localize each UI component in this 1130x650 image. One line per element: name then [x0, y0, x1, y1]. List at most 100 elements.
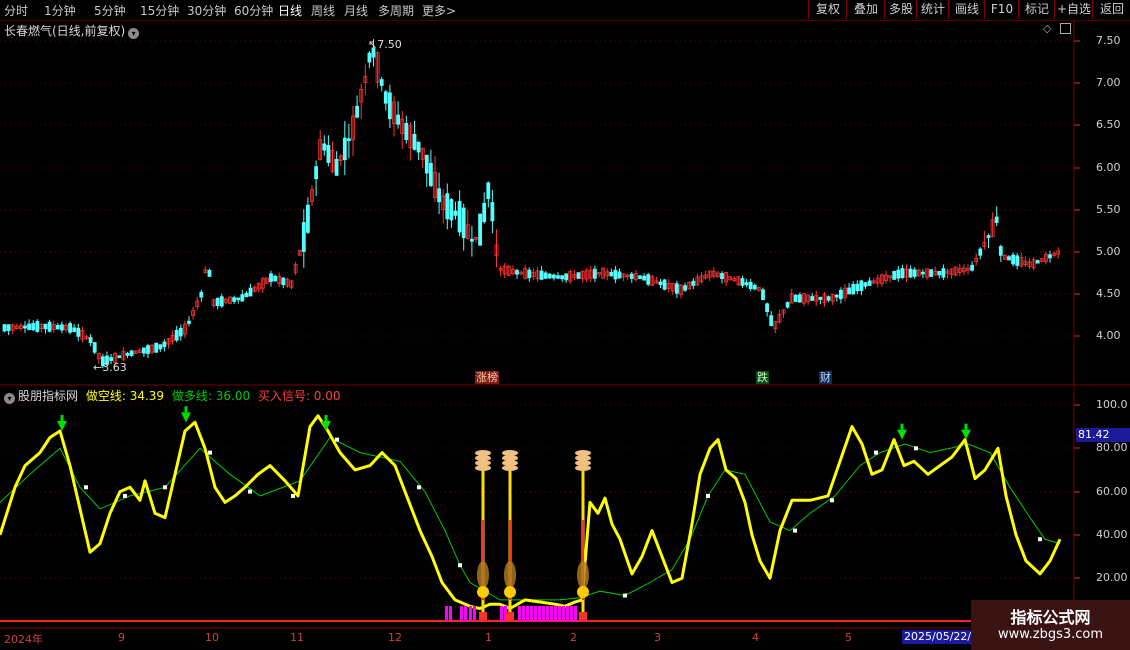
- candle-body: [912, 269, 917, 277]
- candle-body: [1035, 260, 1040, 264]
- candle-body: [240, 294, 245, 302]
- candle-body: [748, 281, 753, 289]
- buy-signal-bar: [518, 606, 521, 621]
- candle-body: [162, 341, 167, 348]
- candle-body: [117, 355, 122, 359]
- candle-body: [88, 337, 93, 343]
- candlestick-series: [2, 39, 1061, 369]
- chevron-down-icon[interactable]: ▾: [4, 393, 15, 404]
- indicator-y-tick: 40.00: [1096, 528, 1128, 541]
- buy-signal-bar: [554, 606, 557, 621]
- indicator-y-tick: 20.00: [1096, 571, 1128, 584]
- candle-body: [125, 352, 130, 356]
- x-tick-label: 4: [752, 631, 759, 644]
- y-tick-label: 4.00: [1096, 329, 1121, 342]
- candle-body: [515, 269, 519, 275]
- torch-flame: [575, 465, 591, 471]
- torch-flame: [475, 465, 491, 471]
- stock-title: 长春燃气(日线,前复权): [4, 24, 126, 38]
- candle-body: [412, 133, 417, 150]
- down-badge[interactable]: 跌: [756, 371, 769, 384]
- candle-body: [662, 279, 667, 290]
- y-tick-label: 4.50: [1096, 287, 1121, 300]
- candle-body: [1015, 255, 1020, 266]
- candle-body: [146, 345, 150, 354]
- watermark: 指标公式网 www.zbgs3.com: [971, 600, 1130, 650]
- candle-body: [486, 182, 491, 200]
- finance-badge[interactable]: 财: [819, 371, 832, 384]
- candle-body: [437, 188, 442, 203]
- buy-signal-bar: [566, 606, 569, 621]
- candle-body: [387, 92, 392, 120]
- candle-body: [793, 294, 798, 302]
- candle-body: [683, 285, 687, 291]
- candle-body: [1011, 254, 1015, 265]
- line-marker: [163, 485, 167, 490]
- candle-body: [367, 52, 372, 63]
- candle-body: [76, 327, 81, 337]
- diamond-icon[interactable]: ◇: [1043, 22, 1051, 35]
- buy-signal-bar: [558, 606, 561, 621]
- candle-body: [785, 302, 790, 308]
- candle-body: [396, 114, 401, 125]
- smiley-icon: [504, 586, 516, 598]
- main-chart-title[interactable]: 长春燃气(日线,前复权) ▾: [4, 22, 140, 39]
- candle-body: [187, 320, 191, 324]
- candle-body: [219, 296, 224, 307]
- candle-body: [346, 138, 351, 141]
- candle-body: [342, 137, 347, 161]
- chart-canvas[interactable]: [0, 0, 1130, 650]
- buy-signal-bar: [534, 606, 537, 621]
- torch-base: [506, 612, 514, 621]
- candle-body: [851, 284, 856, 295]
- candle-body: [892, 270, 897, 280]
- buy-signal-bar: [464, 606, 467, 621]
- buy-signal-bar: [538, 606, 541, 621]
- sell-arrow-stem: [60, 414, 64, 421]
- candle-body: [449, 199, 454, 221]
- candle-body: [453, 210, 458, 216]
- indicator-name: 股朋指标网: [18, 389, 79, 403]
- candle-body: [642, 275, 646, 281]
- candle-body: [158, 344, 163, 350]
- candle-body: [35, 321, 40, 332]
- torch-flame: [502, 465, 518, 471]
- line-marker: [623, 593, 627, 598]
- candle-body: [527, 269, 532, 279]
- candle-body: [1048, 254, 1052, 259]
- candle-body: [810, 296, 815, 301]
- limit-up-badge[interactable]: 涨榜: [475, 371, 499, 384]
- candle-body: [941, 268, 946, 278]
- indicator-title[interactable]: ▾ 股朋指标网 做空线: 34.39 做多线: 36.00 买入信号: 0.00: [4, 387, 341, 404]
- buy-signal-bar: [449, 606, 452, 621]
- candle-body: [215, 297, 220, 307]
- chevron-down-icon[interactable]: ▾: [128, 28, 140, 39]
- sell-arrow-stem: [964, 423, 968, 430]
- buy-signal-bar: [542, 606, 545, 621]
- candle-body: [863, 282, 868, 287]
- line-marker: [208, 450, 212, 455]
- short-line-legend: 做空线: 34.39: [85, 389, 165, 403]
- candle-body: [174, 329, 179, 341]
- candle-body: [68, 323, 72, 333]
- candle-body: [273, 275, 278, 282]
- indicator-y-tick: 60.00: [1096, 485, 1128, 498]
- candle-body: [236, 297, 241, 301]
- line-marker: [706, 493, 710, 498]
- panel-toggle-icon[interactable]: [1060, 23, 1071, 34]
- candle-body: [428, 162, 433, 187]
- candle-body: [921, 271, 925, 275]
- low-price-label: ←3.63: [93, 361, 127, 374]
- watermark-url: www.zbgs3.com: [997, 627, 1104, 642]
- candle-body: [2, 324, 7, 332]
- line-marker: [335, 437, 339, 442]
- candle-body: [141, 347, 146, 354]
- torch-base: [479, 612, 487, 621]
- buy-signal-bar: [550, 606, 553, 621]
- high-price-label: ↖7.50: [368, 38, 402, 51]
- candle-body: [646, 274, 651, 285]
- candle-body: [424, 154, 429, 174]
- candle-body: [31, 323, 36, 331]
- candle-body: [543, 272, 548, 279]
- candle-body: [404, 122, 409, 141]
